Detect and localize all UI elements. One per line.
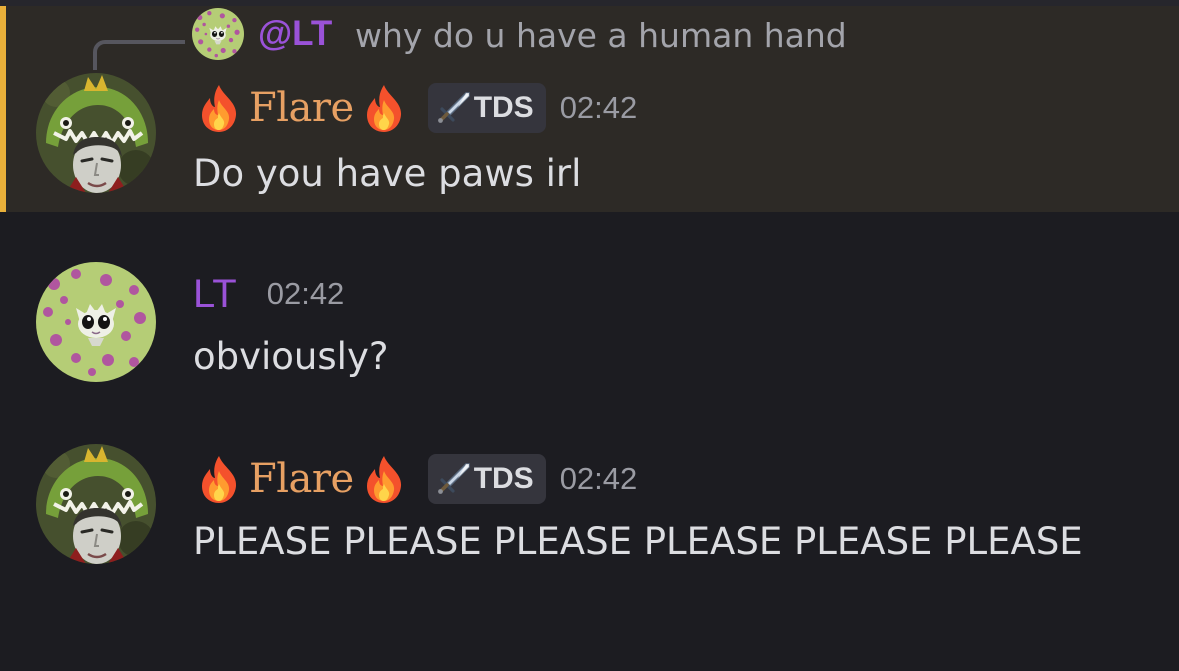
reply-avatar[interactable] <box>192 8 244 60</box>
timestamp[interactable]: 02:42 <box>560 90 638 126</box>
message-content: obviously? <box>193 335 389 378</box>
avatar[interactable] <box>36 73 156 193</box>
message-header: LT 02:42 <box>193 266 344 322</box>
timestamp[interactable]: 02:42 <box>267 276 345 312</box>
avatar[interactable] <box>36 444 156 564</box>
reply-mention[interactable]: @LT <box>258 14 332 54</box>
avatar[interactable] <box>36 262 156 382</box>
fire-icon <box>358 82 410 134</box>
timestamp[interactable]: 02:42 <box>560 461 638 497</box>
author-name[interactable]: Flare <box>249 456 354 502</box>
fire-icon <box>358 453 410 505</box>
guild-tag-label: TDS <box>473 91 534 124</box>
fire-icon <box>193 453 245 505</box>
message-content: Do you have paws irl <box>193 152 582 195</box>
guild-tag-label: TDS <box>473 462 534 495</box>
author-name[interactable]: LT <box>193 272 237 317</box>
chat-view: @LT why do u have a human hand Flare TDS… <box>0 0 1179 671</box>
message-content: PLEASE PLEASE PLEASE PLEASE PLEASE PLEAS… <box>193 520 1083 563</box>
reply-preview[interactable]: @LT why do u have a human hand <box>0 6 1179 70</box>
guild-tag[interactable]: TDS <box>427 83 546 133</box>
reply-connector <box>93 40 185 70</box>
sword-icon <box>436 461 472 497</box>
fire-icon <box>193 82 245 134</box>
message-header: Flare TDS 02:42 <box>193 80 637 136</box>
author-name[interactable]: Flare <box>249 85 354 131</box>
guild-tag[interactable]: TDS <box>427 454 546 504</box>
sword-icon <box>436 90 472 126</box>
reply-text[interactable]: why do u have a human hand <box>355 16 847 55</box>
message-header: Flare TDS 02:42 <box>193 451 637 507</box>
